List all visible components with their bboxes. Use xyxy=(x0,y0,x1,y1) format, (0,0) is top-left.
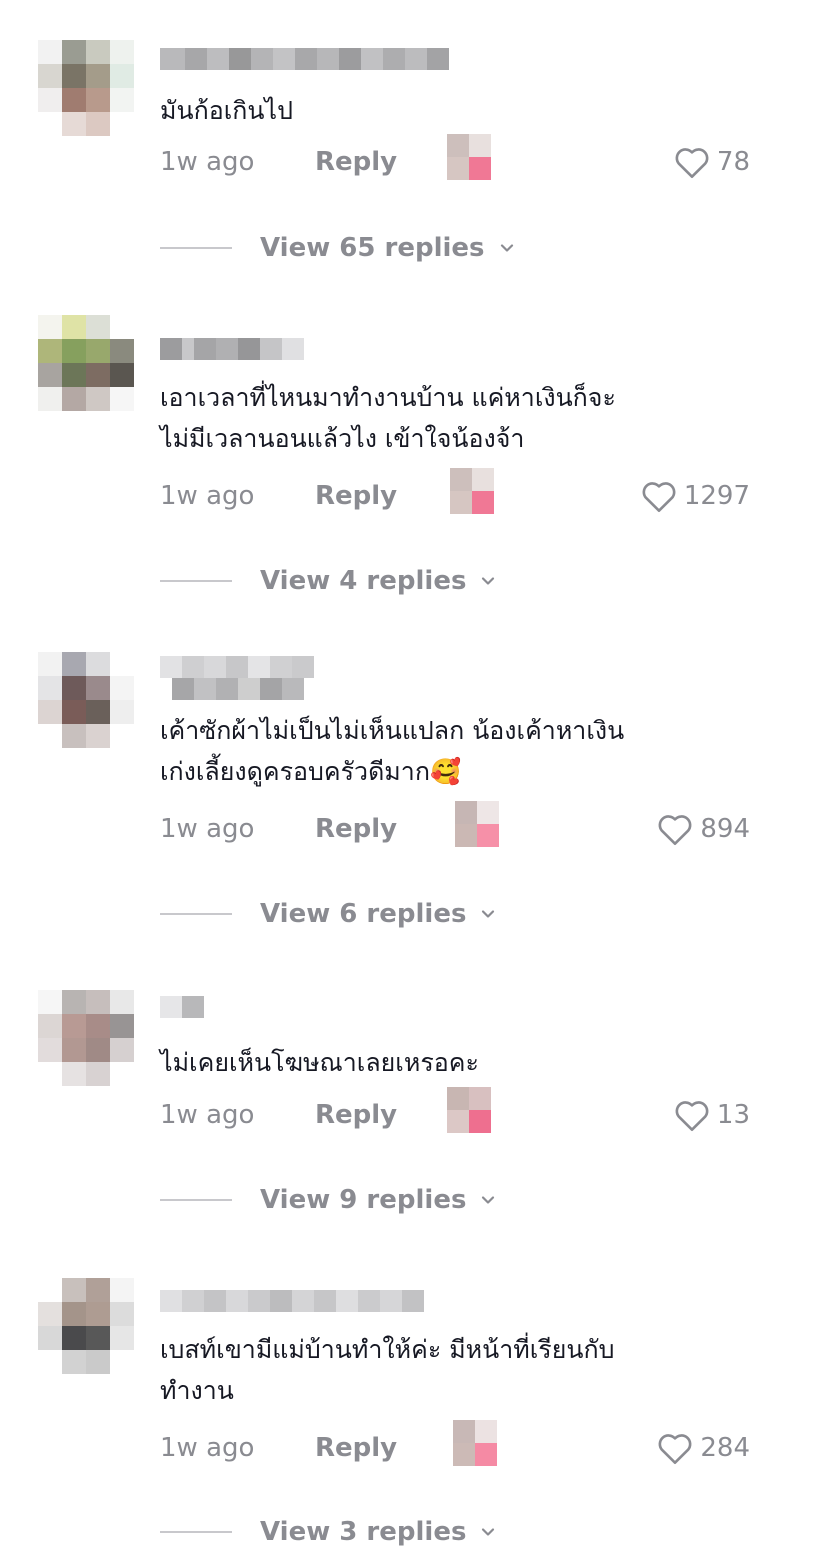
comment-time: 1w ago xyxy=(160,1433,255,1463)
reply-button[interactable]: Reply xyxy=(315,142,397,182)
like-count: 284 xyxy=(700,1433,750,1463)
divider-line xyxy=(160,247,232,249)
view-replies-button[interactable]: View 65 replies xyxy=(160,228,517,268)
comment-text: มันก้อเกินไป xyxy=(160,90,730,131)
reply-button[interactable]: Reply xyxy=(315,1428,397,1468)
view-replies-button[interactable]: View 4 replies xyxy=(160,561,498,601)
chevron-down-icon xyxy=(482,910,495,918)
like-count: 13 xyxy=(716,1100,750,1130)
comment-text-line: ทำงาน xyxy=(160,1376,234,1405)
heart-outline-icon xyxy=(675,148,709,178)
username-blurred[interactable] xyxy=(160,1290,424,1312)
comment-text-line: เก่งเลี้ยงดูครอบครัวดีมาก🥰 xyxy=(160,757,462,786)
comment-text-line: ไม่มีเวลานอนแล้วไง เข้าใจน้องจ้า xyxy=(160,424,525,453)
creator-liked-badge xyxy=(447,134,491,180)
view-replies-button[interactable]: View 3 replies xyxy=(160,1512,498,1552)
comment-meta: 1w ago Reply 13 xyxy=(160,1087,750,1135)
like-button[interactable]: 13 xyxy=(673,1095,750,1135)
avatar[interactable] xyxy=(38,652,134,748)
reply-button[interactable]: Reply xyxy=(315,476,397,516)
creator-liked-badge xyxy=(455,801,499,847)
view-replies-label: View 6 replies xyxy=(260,899,467,929)
reply-button[interactable]: Reply xyxy=(315,1095,397,1135)
comment-text-line: เอาเวลาที่ไหนมาทำงานบ้าน แค่หาเงินก็จะ xyxy=(160,383,616,412)
comment-time: 1w ago xyxy=(160,481,255,511)
divider-line xyxy=(160,1531,232,1533)
like-count: 894 xyxy=(700,814,750,844)
avatar[interactable] xyxy=(38,40,134,136)
comment-meta: 1w ago Reply 894 xyxy=(160,801,750,849)
heart-outline-icon xyxy=(675,1101,709,1131)
avatar[interactable] xyxy=(38,990,134,1086)
comment-time: 1w ago xyxy=(160,147,255,177)
divider-line xyxy=(160,913,232,915)
like-button[interactable]: 894 xyxy=(656,809,750,849)
comment-text: เอาเวลาที่ไหนมาทำงานบ้าน แค่หาเงินก็จะ ไ… xyxy=(160,377,730,459)
chevron-down-icon xyxy=(482,577,495,585)
comment-text: เบสท์เขามีแม่บ้านทำให้ค่ะ มีหน้าที่เรียน… xyxy=(160,1329,730,1411)
chevron-down-icon xyxy=(500,244,513,252)
heart-outline-icon xyxy=(658,1434,692,1464)
like-button[interactable]: 284 xyxy=(656,1428,750,1468)
username-blurred[interactable] xyxy=(160,678,304,700)
heart-outline-icon xyxy=(658,815,692,845)
view-replies-label: View 9 replies xyxy=(260,1185,467,1215)
comment-text: ไม่เคยเห็นโฆษณาเลยเหรอคะ xyxy=(160,1042,730,1083)
username-blurred[interactable] xyxy=(160,338,304,360)
like-button[interactable]: 78 xyxy=(673,142,750,182)
like-button[interactable]: 1297 xyxy=(640,476,750,516)
view-replies-label: View 65 replies xyxy=(260,233,485,263)
chevron-down-icon xyxy=(482,1196,495,1204)
comment-text-line: ไม่เคยเห็นโฆษณาเลยเหรอคะ xyxy=(160,1048,479,1077)
view-replies-label: View 4 replies xyxy=(260,566,467,596)
creator-liked-badge xyxy=(450,468,494,514)
comment-text-line: เค้าซักผ้าไม่เป็นไม่เห็นแปลก น้องเค้าหาเ… xyxy=(160,716,625,745)
avatar[interactable] xyxy=(38,1278,134,1374)
username-blurred[interactable] xyxy=(160,656,314,678)
username-blurred[interactable] xyxy=(160,48,449,70)
view-replies-label: View 3 replies xyxy=(260,1517,467,1547)
comment-meta: 1w ago Reply 1297 xyxy=(160,468,750,516)
comment-meta: 1w ago Reply 284 xyxy=(160,1420,750,1468)
comment-time: 1w ago xyxy=(160,1100,255,1130)
like-count: 78 xyxy=(716,147,750,177)
divider-line xyxy=(160,580,232,582)
comment-text: เค้าซักผ้าไม่เป็นไม่เห็นแปลก น้องเค้าหาเ… xyxy=(160,710,730,792)
comment-meta: 1w ago Reply 78 xyxy=(160,134,750,182)
view-replies-button[interactable]: View 6 replies xyxy=(160,894,498,934)
divider-line xyxy=(160,1199,232,1201)
like-count: 1297 xyxy=(683,481,750,511)
chevron-down-icon xyxy=(482,1528,495,1536)
creator-liked-badge xyxy=(447,1087,491,1133)
heart-outline-icon xyxy=(642,482,676,512)
comment-text-line: มันก้อเกินไป xyxy=(160,96,293,125)
comment-time: 1w ago xyxy=(160,814,255,844)
avatar[interactable] xyxy=(38,315,134,411)
comment-text-line: เบสท์เขามีแม่บ้านทำให้ค่ะ มีหน้าที่เรียน… xyxy=(160,1335,615,1364)
reply-button[interactable]: Reply xyxy=(315,809,397,849)
view-replies-button[interactable]: View 9 replies xyxy=(160,1180,498,1220)
username-blurred[interactable] xyxy=(160,996,204,1018)
creator-liked-badge xyxy=(453,1420,497,1466)
